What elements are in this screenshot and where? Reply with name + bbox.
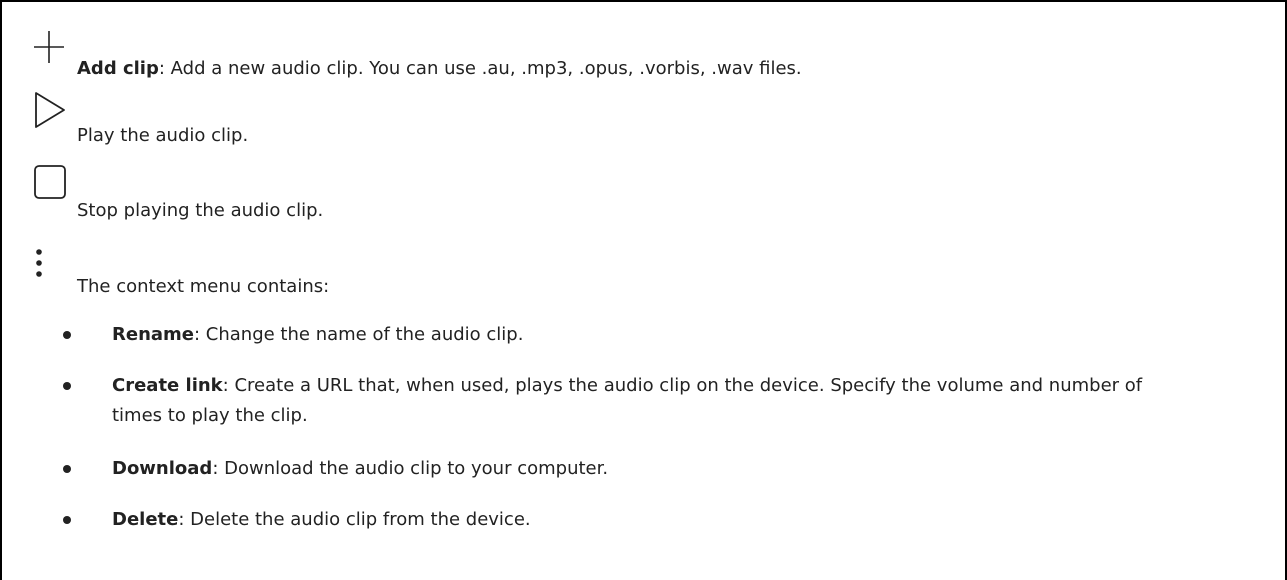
delete-term: Delete [112,509,179,530]
stop-description: Stop playing the audio clip. [77,200,324,221]
menu-item-create-link: Create link: Create a URL that, when use… [112,371,1177,431]
bullet-download [63,465,71,473]
download-text: Download the audio clip to your computer… [224,458,609,479]
download-term: Download [112,458,213,479]
add-clip-text: Add a new audio clip. You can use .au, .… [170,58,802,79]
bullet-create-link [63,382,71,390]
create-link-separator: : [222,375,235,396]
plus-icon [34,29,64,65]
add-clip-separator: : [158,58,171,79]
menu-item-delete: Delete: Delete the audio clip from the d… [112,505,1272,535]
bullet-rename [63,331,71,339]
context-menu-description: The context menu contains: [77,276,330,297]
rename-term: Rename [112,324,194,345]
delete-separator: : [178,509,191,530]
menu-item-rename: Rename: Change the name of the audio cli… [112,320,1272,350]
rename-text: Change the name of the audio clip. [205,324,524,345]
rename-separator: : [194,324,206,345]
play-description: Play the audio clip. [77,125,249,146]
stop-icon [34,165,66,199]
add-clip-description: Add clip: Add a new audio clip. You can … [77,57,802,81]
delete-text: Delete the audio clip from the device. [190,509,531,530]
create-link-text: Create a URL that, when used, plays the … [112,375,1143,426]
play-icon [34,91,66,129]
bullet-delete [63,516,71,524]
create-link-term: Create link [112,375,223,396]
more-vertical-icon [34,249,44,283]
download-separator: : [212,458,225,479]
add-clip-term: Add clip [77,58,159,79]
menu-item-download: Download: Download the audio clip to you… [112,454,1272,484]
document-frame: Add clip: Add a new audio clip. You can … [0,0,1287,580]
